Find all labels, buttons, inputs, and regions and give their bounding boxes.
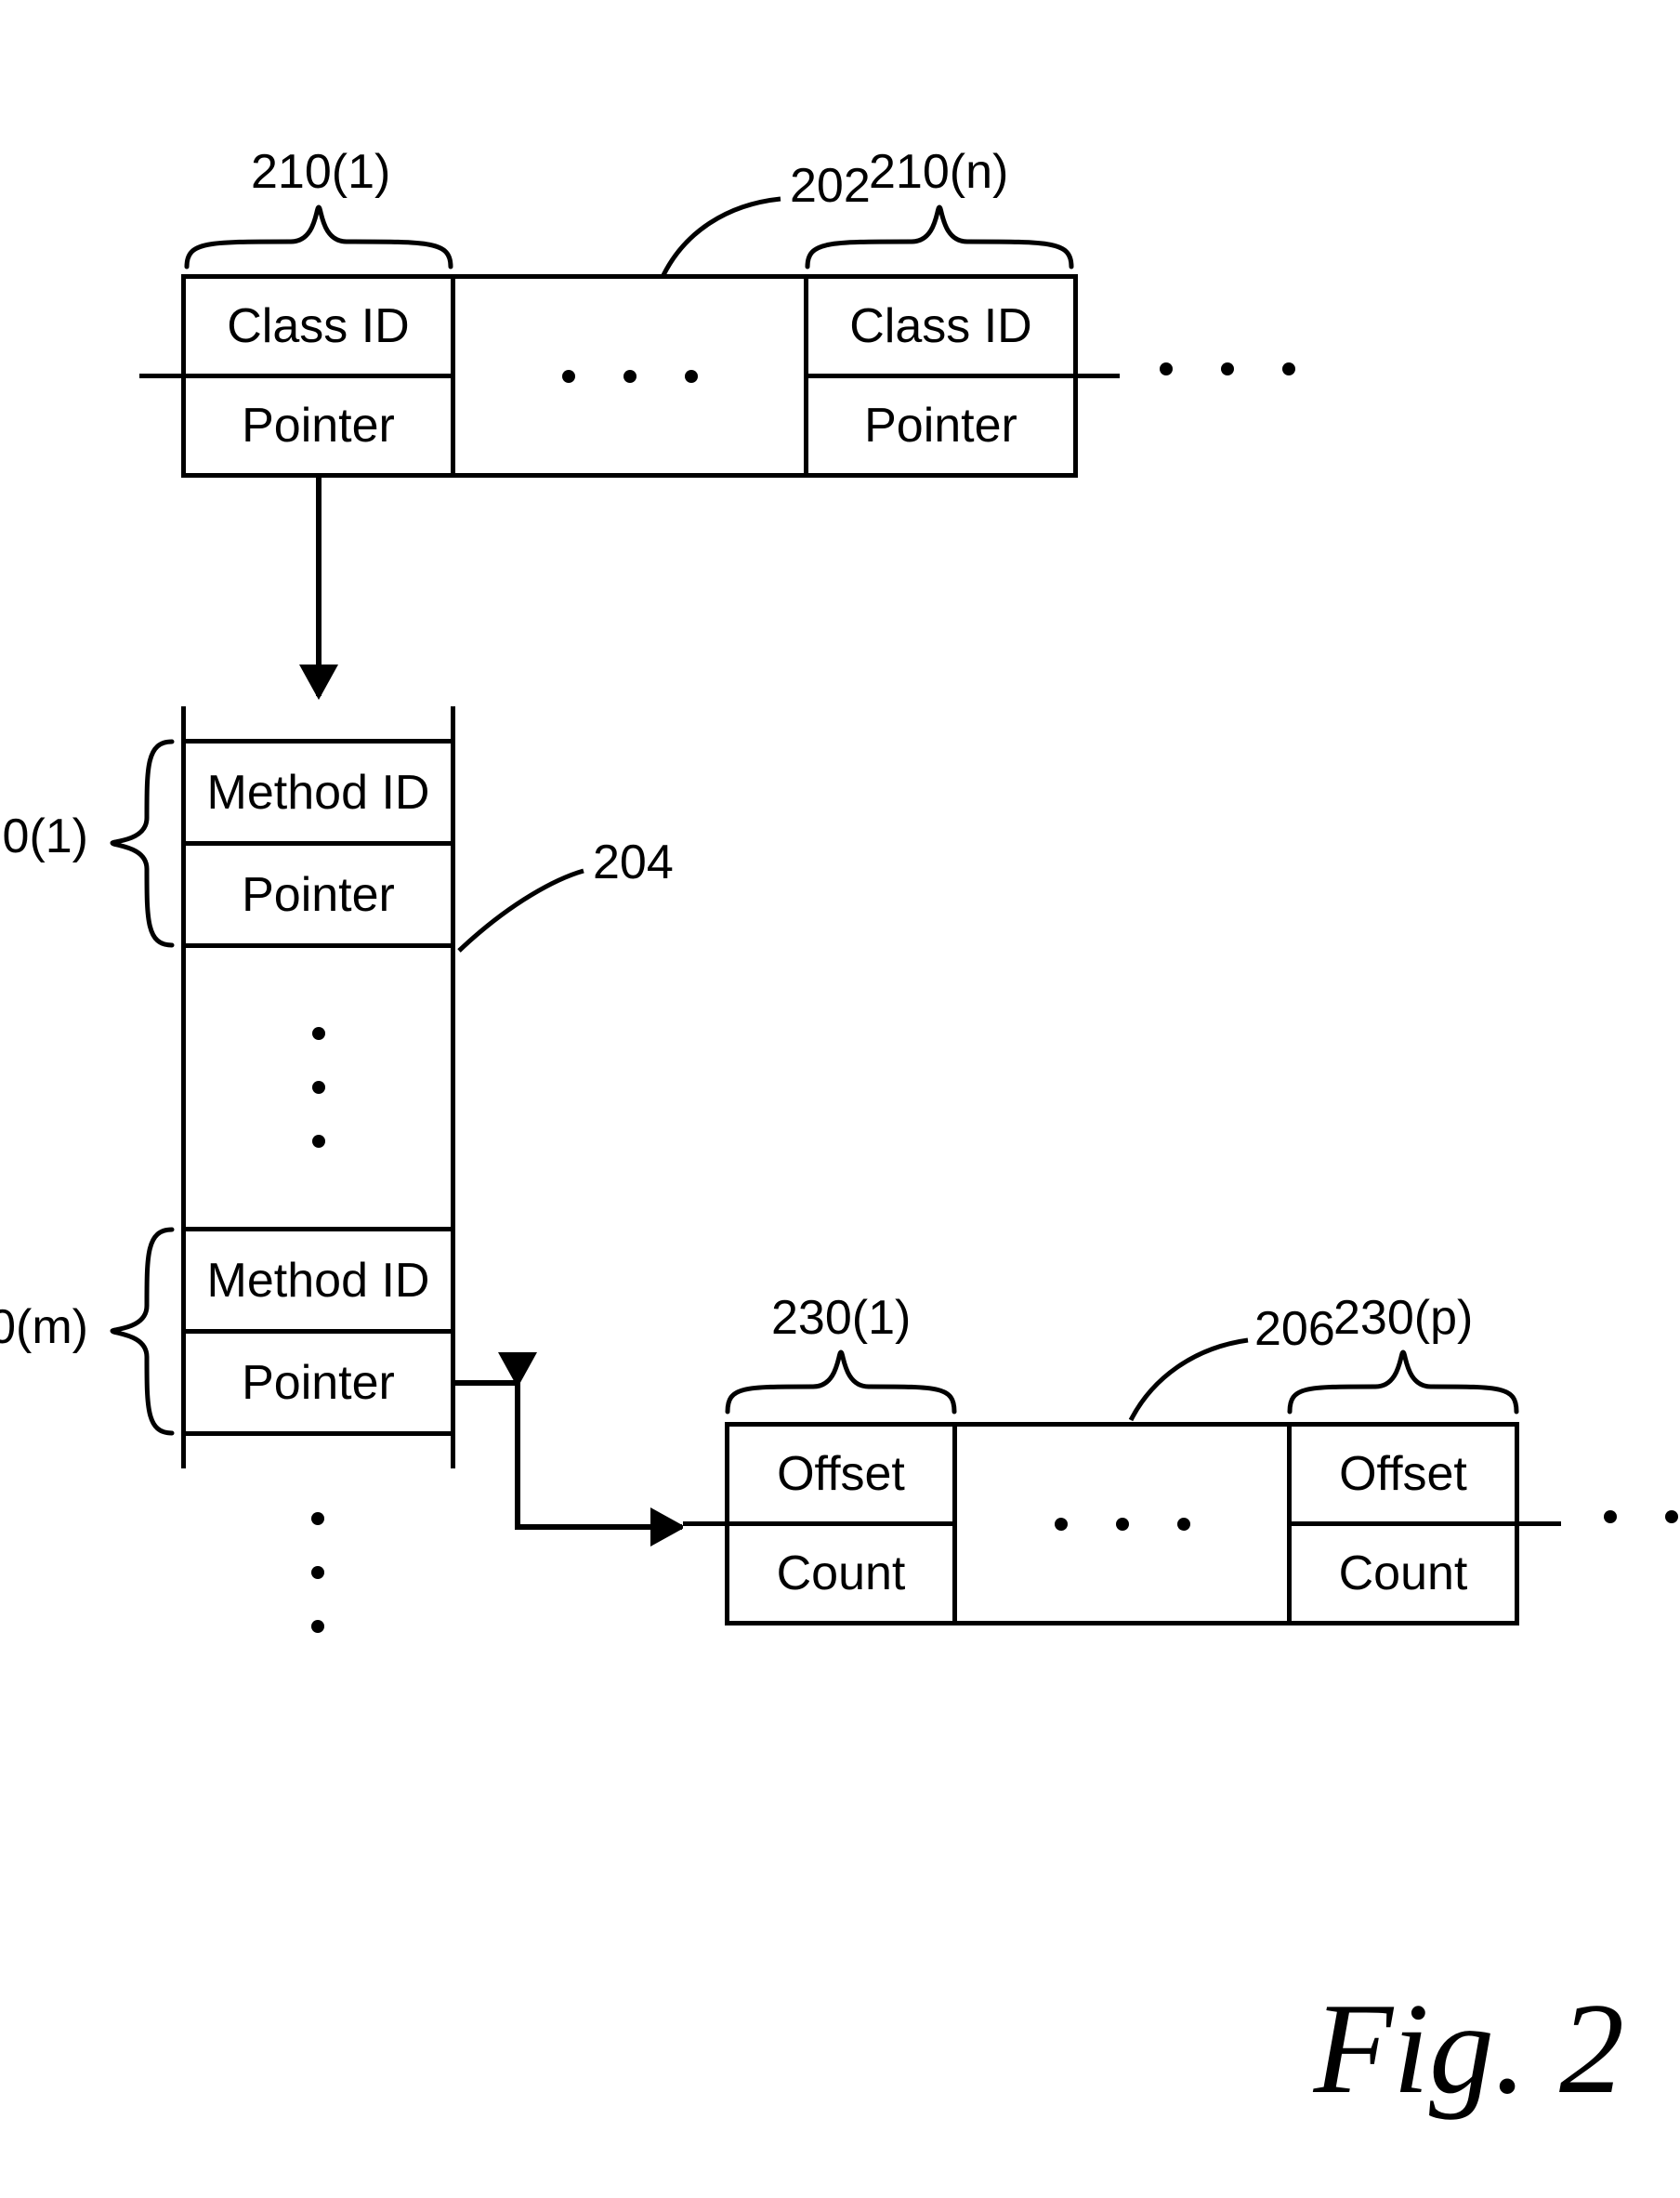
label-202: 202 xyxy=(790,158,871,214)
offset-left-open-top xyxy=(683,1422,729,1526)
brace-210-n xyxy=(805,204,1074,270)
text-offset-1: Offset xyxy=(777,1446,905,1502)
figure-2-diagram: 210(1) 210(n) 202 Class ID Pointer Class… xyxy=(0,0,1680,2198)
cell-method-ptr-m: Pointer xyxy=(181,1329,455,1436)
cell-offset-p: Offset xyxy=(1287,1422,1519,1526)
text-pointer-n: Pointer xyxy=(864,398,1017,454)
label-230-p: 230(p) xyxy=(1333,1290,1473,1346)
brace-230-p xyxy=(1287,1349,1519,1415)
cell-class-id-n: Class ID xyxy=(804,274,1078,378)
text-class-id: Class ID xyxy=(227,298,409,354)
text-count-p: Count xyxy=(1339,1546,1468,1601)
offset-right-open-top xyxy=(1515,1422,1561,1526)
leader-202 xyxy=(662,195,782,277)
ellipsis-offset-mid xyxy=(1030,1518,1214,1531)
arrow-class-to-method xyxy=(316,478,322,696)
cell-offset-mid xyxy=(952,1422,1292,1625)
brace-210-1 xyxy=(184,204,453,270)
method-bot-open-r xyxy=(316,1431,455,1468)
label-220-1: 220(1) xyxy=(0,809,88,864)
arrow-method-right xyxy=(515,1524,682,1530)
leader-204 xyxy=(455,869,585,953)
brace-220-1 xyxy=(110,739,175,948)
label-204: 204 xyxy=(593,835,674,890)
cell-class-ptr-n: Pointer xyxy=(804,374,1078,478)
class-right-open-top xyxy=(1073,274,1120,378)
label-210-n: 210(n) xyxy=(869,144,1008,200)
offset-right-open-bot xyxy=(1515,1521,1561,1625)
cell-offset-1: Offset xyxy=(725,1422,957,1526)
text-count-1: Count xyxy=(777,1546,906,1601)
method-bot-open-l xyxy=(181,1431,321,1468)
ellipsis-offset-right xyxy=(1580,1510,1680,1523)
cell-count-p: Count xyxy=(1287,1521,1519,1625)
arrow-method-hseg xyxy=(455,1380,520,1386)
text-method-ptr-1: Pointer xyxy=(242,867,395,923)
cell-method-id-1: Method ID xyxy=(181,739,455,846)
text-method-ptr-m: Pointer xyxy=(242,1355,395,1411)
label-230-1: 230(1) xyxy=(771,1290,911,1346)
ellipsis-method-mid xyxy=(312,1007,325,1168)
offset-left-open-bot xyxy=(683,1521,729,1625)
text-offset-p: Offset xyxy=(1339,1446,1467,1502)
cell-class-ptr-1: Pointer xyxy=(181,374,455,478)
text-class-id-n: Class ID xyxy=(849,298,1031,354)
label-210-1: 210(1) xyxy=(251,144,390,200)
text-pointer: Pointer xyxy=(242,398,395,454)
cell-class-mid xyxy=(451,274,808,478)
method-top-open-r xyxy=(316,706,455,744)
method-top-open-l xyxy=(181,706,321,744)
cell-class-id-1: Class ID xyxy=(181,274,455,378)
class-left-open-top xyxy=(139,274,186,378)
cell-method-mid xyxy=(181,943,455,1231)
cell-method-ptr-1: Pointer xyxy=(181,841,455,948)
class-left-open-bot xyxy=(139,374,186,478)
ellipsis-class-mid xyxy=(538,370,722,383)
brace-220-m xyxy=(110,1227,175,1436)
label-206: 206 xyxy=(1254,1301,1335,1357)
class-right-open-bot xyxy=(1073,374,1120,478)
ellipsis-method-bot xyxy=(311,1492,324,1653)
brace-230-1 xyxy=(725,1349,957,1415)
cell-count-1: Count xyxy=(725,1521,957,1625)
figure-label: Fig. 2 xyxy=(1314,1974,1624,2124)
label-220-m: 220(m) xyxy=(0,1299,88,1355)
cell-method-id-m: Method ID xyxy=(181,1227,455,1334)
text-method-id-1: Method ID xyxy=(207,765,430,821)
arrow-method-vseg xyxy=(515,1383,520,1527)
leader-206 xyxy=(1129,1336,1250,1422)
ellipsis-class-right xyxy=(1135,362,1319,375)
text-method-id-m: Method ID xyxy=(207,1253,430,1309)
